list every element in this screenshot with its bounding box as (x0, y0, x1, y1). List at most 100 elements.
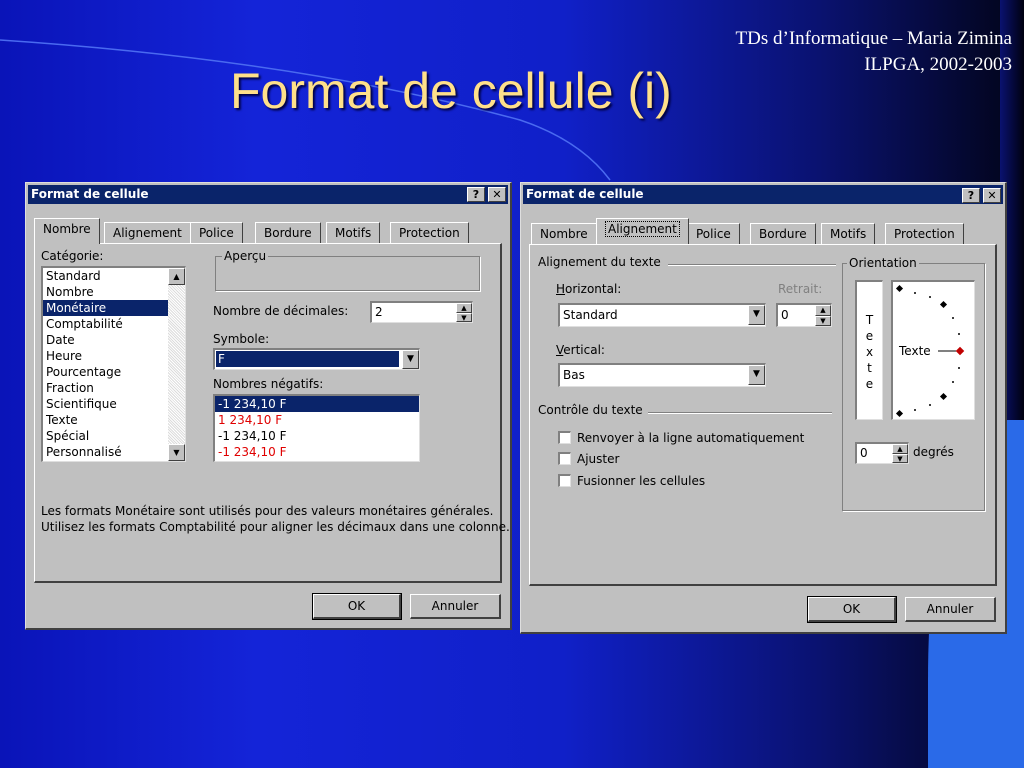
orientation-dial-text: Texte (898, 344, 931, 358)
spin-up-icon[interactable]: ▲ (815, 305, 831, 316)
vertical-text-letter: x (865, 345, 874, 359)
category-list[interactable]: Standard Nombre Monétaire Comptabilité Date H… (41, 266, 186, 462)
ok-button[interactable]: OK (807, 596, 897, 623)
chevron-down-icon[interactable]: ▼ (402, 350, 419, 369)
dialog-titlebar: Format de cellule ? ✕ (523, 185, 1003, 204)
negative-option[interactable]: -1 234,10 F (215, 444, 419, 460)
slide-credit: TDs d’Informatique – Maria Zimina ILPGA,… (736, 26, 1012, 78)
indent-label: Retrait: (778, 282, 823, 296)
scroll-up-icon[interactable]: ▲ (168, 268, 185, 285)
symbol-label: Symbole: (213, 332, 270, 346)
tab-alignement-label: Alignement (605, 221, 680, 237)
vertical-text-letters: Texte (857, 312, 882, 392)
orientation-dial-graphic: Texte (895, 284, 965, 418)
orientation-group-label: Orientation (847, 256, 919, 270)
category-item[interactable]: Texte (43, 412, 168, 428)
indent-value: 0 (781, 308, 789, 322)
format-description-line-1: Les formats Monétaire sont utilisés pour… (41, 504, 494, 518)
tab-bordure[interactable]: Bordure (750, 223, 816, 245)
symbol-dropdown[interactable]: F ▼ (213, 348, 420, 370)
ok-button[interactable]: OK (312, 593, 402, 620)
category-item[interactable]: Comptabilité (43, 316, 168, 332)
orientation-group: Orientation Texte Texte 0 ▲ ▼ degrés (842, 256, 985, 511)
category-item[interactable]: Monétaire (43, 300, 168, 316)
vertical-label-text: ertical: (563, 343, 605, 357)
dialog-title: Format de cellule (31, 187, 149, 201)
horizontal-label-accel: H (556, 282, 566, 296)
scroll-down-icon[interactable]: ▼ (168, 444, 185, 461)
dialog-title: Format de cellule (526, 187, 644, 201)
category-item[interactable]: Personnalisé (43, 444, 168, 460)
wrap-text-label[interactable]: Renvoyer à la ligne automatiquement (577, 431, 804, 445)
vertical-text-letter: e (865, 329, 874, 343)
vertical-text-box[interactable]: Texte (855, 280, 883, 420)
text-control-group-label: Contrôle du texte (538, 403, 643, 417)
help-button[interactable]: ? (962, 188, 980, 203)
spin-down-icon[interactable]: ▼ (815, 315, 831, 326)
negative-numbers-list[interactable]: -1 234,10 F 1 234,10 F -1 234,10 F -1 23… (213, 394, 420, 462)
category-scrollbar[interactable]: ▲ ▼ (168, 268, 185, 461)
horizontal-dropdown[interactable]: Standard ▼ (558, 303, 766, 327)
close-button[interactable]: ✕ (488, 187, 506, 202)
indent-spinner[interactable]: 0 ▲ ▼ (776, 303, 832, 327)
vertical-label: Vertical: (556, 343, 605, 357)
tab-motifs[interactable]: Motifs (821, 223, 876, 245)
tab-protection[interactable]: Protection (885, 223, 964, 245)
tab-police[interactable]: Police (687, 223, 740, 245)
spin-up-icon[interactable]: ▲ (456, 303, 472, 313)
spin-down-icon[interactable]: ▼ (456, 312, 472, 322)
degrees-label: degrés (913, 445, 954, 459)
tab-nombre[interactable]: Nombre (34, 218, 100, 244)
category-label: Catégorie: (41, 249, 104, 263)
tab-alignement[interactable]: Alignement (596, 218, 689, 244)
close-button[interactable]: ✕ (983, 188, 1001, 203)
spin-up-icon[interactable]: ▲ (892, 444, 908, 454)
merge-cells-checkbox[interactable] (558, 474, 571, 487)
horizontal-value: Standard (563, 308, 618, 322)
category-item[interactable]: Heure (43, 348, 168, 364)
help-button[interactable]: ? (467, 187, 485, 202)
tab-panel-alignment: Alignement du texte Horizontal: Standard… (529, 244, 997, 586)
cancel-button[interactable]: Annuler (905, 597, 996, 622)
orientation-dial[interactable]: Texte (891, 280, 975, 420)
vertical-dropdown[interactable]: Bas ▼ (558, 363, 766, 387)
horizontal-label: Horizontal: (556, 282, 621, 296)
tab-alignement[interactable]: Alignement (104, 222, 191, 244)
shrink-to-fit-label[interactable]: Ajuster (577, 452, 619, 466)
cancel-button[interactable]: Annuler (410, 594, 501, 619)
tab-motifs[interactable]: Motifs (326, 222, 381, 244)
tab-police[interactable]: Police (190, 222, 243, 244)
decimals-label: Nombre de décimales: (213, 304, 349, 318)
category-item[interactable]: Standard (43, 268, 168, 284)
vertical-text-letter: t (867, 361, 872, 375)
format-description-line-2: Utilisez les formats Comptabilité pour a… (41, 520, 510, 534)
degrees-spinner[interactable]: 0 ▲ ▼ (855, 442, 909, 464)
format-cell-dialog-number: Format de cellule ? ✕ Nombre Alignement … (25, 182, 512, 630)
symbol-value: F (216, 351, 399, 367)
preview-group: Aperçu (215, 249, 480, 291)
format-cell-dialog-alignment: Format de cellule ? ✕ Nombre Alignement … (520, 182, 1007, 634)
vertical-text-letter: T (865, 313, 874, 327)
spin-down-icon[interactable]: ▼ (892, 453, 908, 463)
tab-protection[interactable]: Protection (390, 222, 469, 244)
category-item[interactable]: Date (43, 332, 168, 348)
decimals-spinner[interactable]: 2 ▲ ▼ (370, 301, 473, 323)
category-item[interactable]: Spécial (43, 428, 168, 444)
shrink-to-fit-checkbox[interactable] (558, 452, 571, 465)
category-item[interactable]: Pourcentage (43, 364, 168, 380)
merge-cells-label[interactable]: Fusionner les cellules (577, 474, 705, 488)
category-item[interactable]: Fraction (43, 380, 168, 396)
negative-option[interactable]: -1 234,10 F (215, 396, 419, 412)
text-alignment-group-label: Alignement du texte (538, 255, 661, 269)
negative-option[interactable]: 1 234,10 F (215, 412, 419, 428)
wrap-text-checkbox[interactable] (558, 431, 571, 444)
category-item[interactable]: Scientifique (43, 396, 168, 412)
chevron-down-icon[interactable]: ▼ (748, 365, 765, 385)
category-item[interactable]: Nombre (43, 284, 168, 300)
negative-option[interactable]: -1 234,10 F (215, 428, 419, 444)
chevron-down-icon[interactable]: ▼ (748, 305, 765, 325)
decimals-value: 2 (375, 305, 383, 319)
group-separator (668, 264, 836, 265)
tab-nombre[interactable]: Nombre (531, 223, 597, 245)
tab-bordure[interactable]: Bordure (255, 222, 321, 244)
